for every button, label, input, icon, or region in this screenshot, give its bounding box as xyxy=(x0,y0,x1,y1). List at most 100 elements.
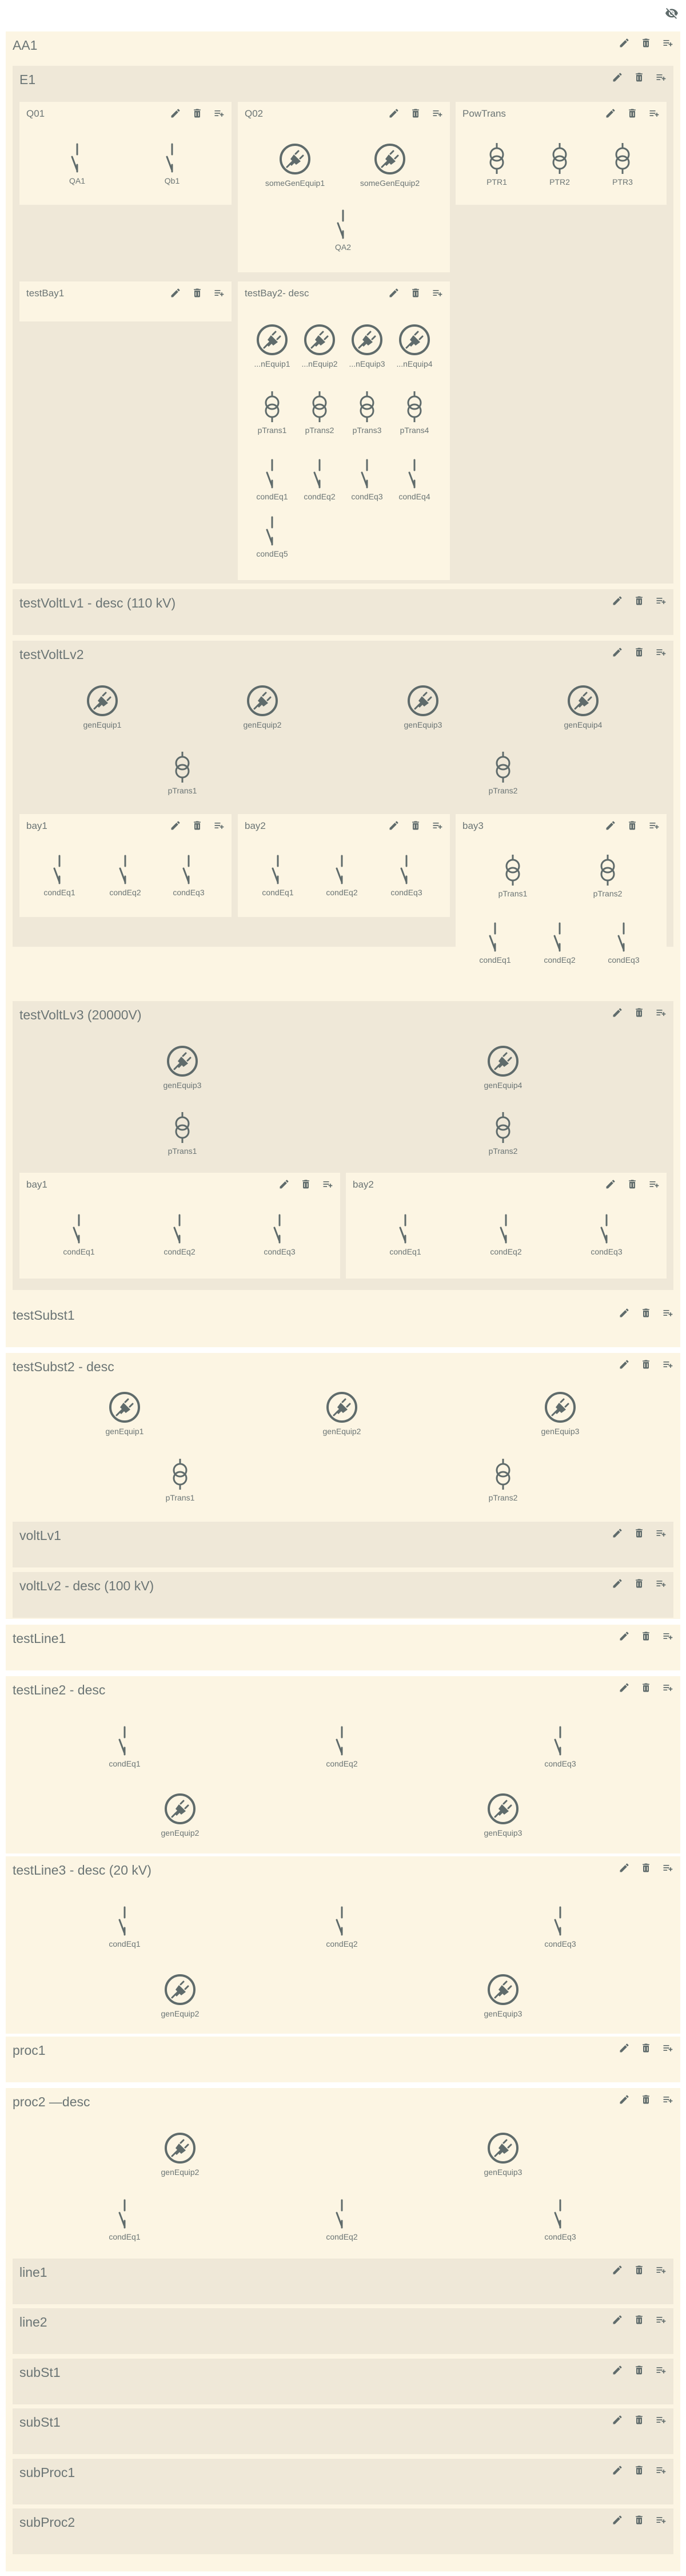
remove-button[interactable] xyxy=(631,2412,647,2428)
edit-button[interactable] xyxy=(609,1575,625,1591)
edit-button[interactable] xyxy=(603,817,619,833)
remove-button[interactable] xyxy=(408,105,424,121)
equipment-generator[interactable]: genEquip2 xyxy=(143,2131,217,2177)
equipment-generator[interactable]: genEquip4 xyxy=(546,684,620,729)
equipment-switch[interactable]: condEq3 xyxy=(151,854,226,897)
remove-button[interactable] xyxy=(638,2091,654,2107)
equipment-switch[interactable]: Qb1 xyxy=(135,142,209,185)
add-button[interactable] xyxy=(660,1680,676,1696)
equipment-switch[interactable]: condEq2 xyxy=(305,854,379,897)
remove-button[interactable] xyxy=(631,2362,647,2378)
edit-button[interactable] xyxy=(616,2040,632,2056)
add-button[interactable] xyxy=(660,2040,676,2056)
equipment-switch[interactable]: condEq1 xyxy=(22,854,97,897)
equipment-switch[interactable]: condEq4 xyxy=(377,458,452,501)
edit-button[interactable] xyxy=(603,105,619,121)
equipment-switch[interactable]: condEq1 xyxy=(368,1213,442,1256)
remove-button[interactable] xyxy=(631,593,647,609)
remove-button[interactable] xyxy=(189,817,205,833)
add-button[interactable] xyxy=(653,2462,669,2478)
add-button[interactable] xyxy=(653,593,669,609)
remove-button[interactable] xyxy=(638,1305,654,1321)
edit-button[interactable] xyxy=(609,2412,625,2428)
equipment-switch[interactable]: condEq1 xyxy=(241,854,315,897)
edit-button[interactable] xyxy=(386,817,402,833)
equipment-generator[interactable]: ...nEquip4 xyxy=(377,323,452,368)
remove-button[interactable] xyxy=(631,2262,647,2278)
add-button[interactable] xyxy=(660,1356,676,1372)
equipment-switch[interactable]: condEq2 xyxy=(523,921,597,964)
add-button[interactable] xyxy=(653,1005,669,1021)
add-button[interactable] xyxy=(211,817,227,833)
remove-button[interactable] xyxy=(638,1356,654,1372)
add-button[interactable] xyxy=(653,2412,669,2428)
remove-button[interactable] xyxy=(631,1525,647,1541)
add-button[interactable] xyxy=(320,1176,336,1192)
equipment-switch[interactable]: condEq2 xyxy=(142,1213,217,1256)
equipment-switch[interactable]: condEq1 xyxy=(87,1905,162,1948)
edit-button[interactable] xyxy=(386,285,402,301)
equipment-switch[interactable]: condEq2 xyxy=(305,2198,379,2241)
equipment-switch[interactable]: condEq3 xyxy=(569,1213,644,1256)
equipment-switch[interactable]: condEq3 xyxy=(523,2198,597,2241)
remove-button[interactable] xyxy=(408,285,424,301)
edit-button[interactable] xyxy=(167,105,184,121)
edit-button[interactable] xyxy=(609,2362,625,2378)
equipment-generator[interactable]: genEquip3 xyxy=(386,684,460,729)
remove-button[interactable] xyxy=(189,285,205,301)
equipment-generator[interactable]: genEquip2 xyxy=(305,1390,379,1436)
remove-button[interactable] xyxy=(624,1176,640,1192)
edit-button[interactable] xyxy=(386,105,402,121)
add-button[interactable] xyxy=(660,1305,676,1321)
equipment-transformer[interactable]: pTrans2 xyxy=(571,854,645,898)
equipment-transformer[interactable]: pTrans1 xyxy=(143,1458,217,1502)
remove-button[interactable] xyxy=(631,2462,647,2478)
equipment-switch[interactable]: condEq1 xyxy=(458,921,532,964)
equipment-transformer[interactable]: pTrans2 xyxy=(466,751,540,795)
remove-button[interactable] xyxy=(631,69,647,85)
equipment-switch[interactable]: condEq3 xyxy=(587,921,661,964)
equipment-transformer[interactable]: pTrans1 xyxy=(145,1111,220,1156)
remove-button[interactable] xyxy=(638,2040,654,2056)
equipment-switch[interactable]: condEq3 xyxy=(523,1905,597,1948)
remove-button[interactable] xyxy=(624,105,640,121)
equipment-switch[interactable]: condEq1 xyxy=(42,1213,116,1256)
remove-button[interactable] xyxy=(638,1860,654,1876)
remove-button[interactable] xyxy=(631,1575,647,1591)
edit-button[interactable] xyxy=(609,69,625,85)
equipment-generator[interactable]: genEquip4 xyxy=(466,1044,540,1090)
remove-button[interactable] xyxy=(631,1005,647,1021)
equipment-switch[interactable]: condEq3 xyxy=(523,1725,597,1768)
edit-button[interactable] xyxy=(609,1525,625,1541)
remove-button[interactable] xyxy=(631,2512,647,2528)
remove-button[interactable] xyxy=(638,35,654,51)
remove-button[interactable] xyxy=(631,644,647,660)
equipment-generator[interactable]: someGenEquip2 xyxy=(353,142,427,188)
edit-button[interactable] xyxy=(609,593,625,609)
equipment-transformer[interactable]: pTrans2 xyxy=(466,1458,540,1502)
add-button[interactable] xyxy=(429,817,445,833)
remove-button[interactable] xyxy=(189,105,205,121)
equipment-generator[interactable]: genEquip1 xyxy=(65,684,139,729)
edit-button[interactable] xyxy=(616,2091,632,2107)
edit-button[interactable] xyxy=(609,644,625,660)
equipment-switch[interactable]: condEq3 xyxy=(369,854,444,897)
add-button[interactable] xyxy=(660,35,676,51)
add-button[interactable] xyxy=(646,105,662,121)
add-button[interactable] xyxy=(646,1176,662,1192)
edit-button[interactable] xyxy=(609,2462,625,2478)
equipment-transformer[interactable]: pTrans4 xyxy=(377,390,452,435)
edit-button[interactable] xyxy=(167,817,184,833)
equipment-switch[interactable]: QA2 xyxy=(306,208,380,252)
add-button[interactable] xyxy=(429,285,445,301)
add-button[interactable] xyxy=(211,105,227,121)
edit-button[interactable] xyxy=(603,1176,619,1192)
equipment-switch[interactable]: condEq2 xyxy=(305,1905,379,1948)
add-button[interactable] xyxy=(653,2512,669,2528)
equipment-switch[interactable]: condEq2 xyxy=(305,1725,379,1768)
equipment-generator[interactable]: genEquip3 xyxy=(466,2131,540,2177)
edit-button[interactable] xyxy=(609,2512,625,2528)
equipment-generator[interactable]: genEquip3 xyxy=(466,1792,540,1837)
equipment-transformer[interactable]: pTrans1 xyxy=(145,751,220,795)
edit-button[interactable] xyxy=(276,1176,292,1192)
